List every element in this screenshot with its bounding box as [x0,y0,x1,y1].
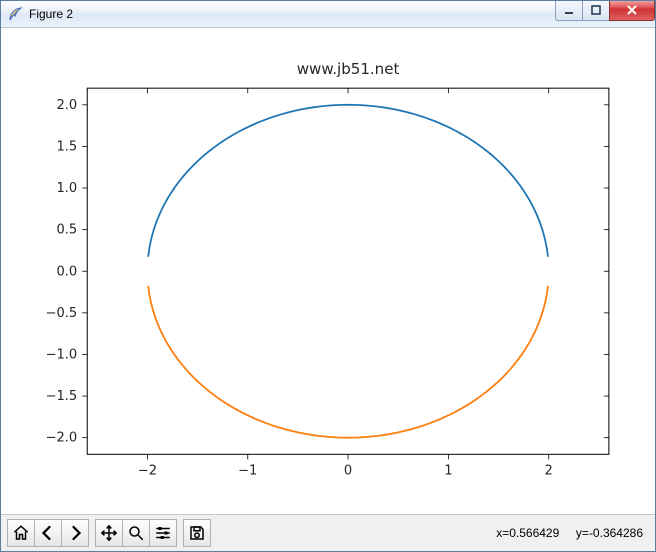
chart-svg: −2 −1 0 1 2 −2.0 −1.5 −1.0 −0.5 0.0 0.5 1.0 1.5 2.0 ww… [7,33,649,515]
navigation-toolbar: x=0.566429 y=-0.364286 [1,514,655,551]
titlebar[interactable]: Figure 2 [1,1,655,28]
svg-text:−1.0: −1.0 [46,347,78,362]
configure-subplots-button[interactable] [149,519,177,547]
close-button[interactable] [609,1,655,21]
svg-text:0.5: 0.5 [56,222,77,237]
back-button[interactable] [34,519,62,547]
maximize-button[interactable] [582,1,610,21]
save-button[interactable] [183,519,211,547]
cursor-coords: x=0.566429 y=-0.364286 [496,526,649,540]
svg-text:1.0: 1.0 [56,181,77,196]
client-area: −2 −1 0 1 2 −2.0 −1.5 −1.0 −0.5 0.0 0.5 1.0 1.5 2.0 ww… [1,28,655,552]
window-buttons [556,1,655,21]
svg-text:−1: −1 [238,463,257,478]
zoom-button[interactable] [122,519,150,547]
svg-text:2.0: 2.0 [56,97,77,112]
home-button[interactable] [7,519,35,547]
svg-text:−0.5: −0.5 [46,305,78,320]
svg-text:−2.0: −2.0 [46,430,78,445]
svg-text:−1.5: −1.5 [46,389,78,404]
svg-text:1: 1 [444,463,452,478]
svg-text:www.jb51.net: www.jb51.net [297,60,400,78]
app-feather-icon [7,6,23,22]
svg-text:0: 0 [344,463,352,478]
svg-text:1.5: 1.5 [56,139,77,154]
pan-button[interactable] [95,519,123,547]
svg-text:2: 2 [545,463,553,478]
forward-button[interactable] [61,519,89,547]
window-title: Figure 2 [29,7,73,21]
svg-text:−2: −2 [138,463,157,478]
window-frame: Figure 2 −2 −1 0 1 2 −2.0 −1.5 −1.0 −0.5 0.0 0.5 1.… [0,0,656,552]
svg-text:0.0: 0.0 [56,264,77,279]
minimize-button[interactable] [555,1,583,21]
plot-canvas[interactable]: −2 −1 0 1 2 −2.0 −1.5 −1.0 −0.5 0.0 0.5 1.0 1.5 2.0 ww… [1,29,655,515]
